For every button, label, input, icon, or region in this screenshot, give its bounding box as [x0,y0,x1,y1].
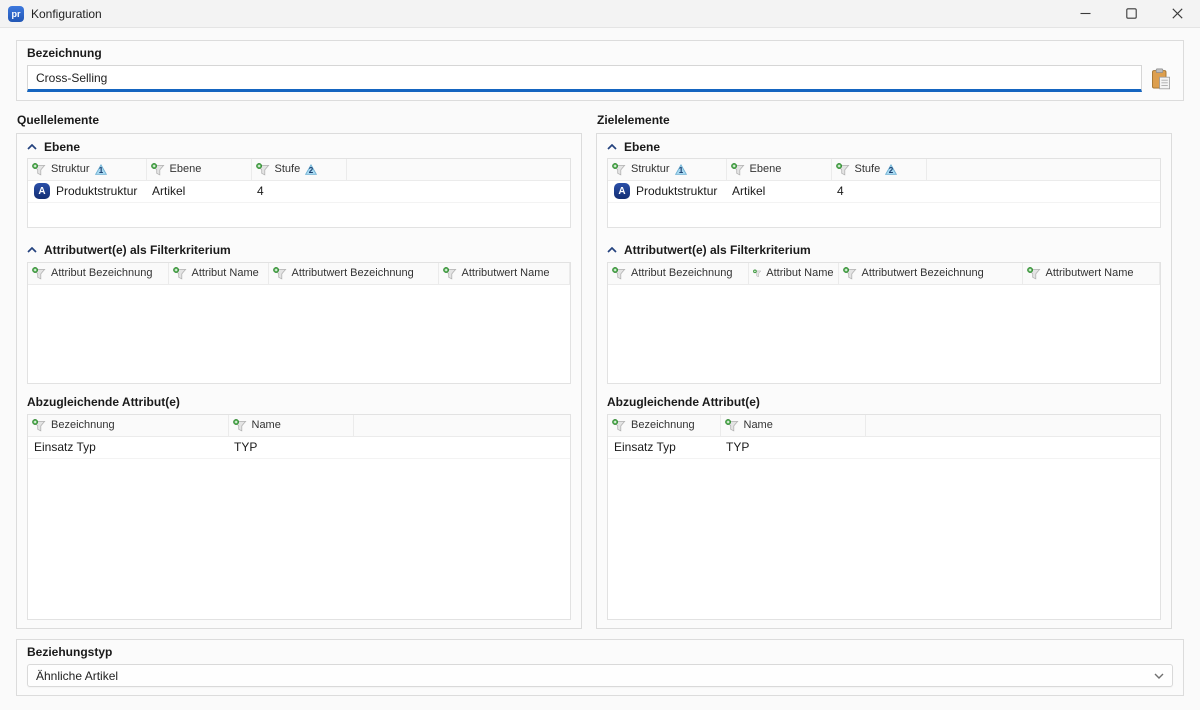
collapse-chevron-up-icon[interactable] [27,247,37,253]
source-attributes-header: Abzugleichende Attribut(e) [27,392,571,412]
filter-icon[interactable] [753,267,762,280]
filter-icon[interactable] [256,163,270,176]
artikel-badge-icon: A [34,183,50,199]
app-logo-icon: pr [8,6,24,22]
column-header-filler [926,159,1160,180]
filter-icon[interactable] [843,267,857,280]
filter-icon[interactable] [1027,267,1041,280]
close-button[interactable] [1154,0,1200,28]
column-header-attributwert-name[interactable]: Attributwert Name [438,263,570,284]
column-header-attributwert-bezeichnung[interactable]: Attributwert Bezeichnung [838,263,1022,284]
column-header-bezeichnung[interactable]: Bezeichnung [28,415,228,436]
bezeichnung-groupbox: Bezeichnung Cross-Selling [16,40,1184,101]
svg-text:1: 1 [678,166,683,175]
svg-text:2: 2 [889,166,894,175]
filter-icon[interactable] [612,163,626,176]
filter-icon[interactable] [731,163,745,176]
sort-ascending-icon: 1 [675,164,687,175]
collapse-chevron-up-icon[interactable] [607,247,617,253]
maximize-button[interactable] [1108,0,1154,28]
source-ebene-section-header[interactable]: Ebene [27,137,571,157]
beziehungstyp-label: Beziehungstyp [27,645,1173,660]
quellelemente-title: Quellelemente [17,113,582,128]
column-header-stufe[interactable]: Stufe 2 [251,159,346,180]
target-ebene-section-header[interactable]: Ebene [607,137,1161,157]
source-attributes-grid: Bezeichnung Name Einsatz Typ TYP [27,414,571,620]
minimize-button[interactable] [1062,0,1108,28]
close-icon [1172,8,1183,19]
source-ebene-grid: Struktur 1 Ebene Stufe 2 [27,158,571,228]
filter-icon[interactable] [612,267,626,280]
column-header-ebene[interactable]: Ebene [146,159,251,180]
bezeichnung-label: Bezeichnung [27,46,1173,61]
column-header-filler [865,415,1160,436]
sort-ascending-icon: 1 [95,164,107,175]
beziehungstyp-groupbox: Beziehungstyp Ähnliche Artikel [16,639,1184,696]
paste-button[interactable] [1147,66,1173,92]
dropdown-selected-value: Ähnliche Artikel [36,669,118,683]
sort-ascending-icon: 2 [305,164,317,175]
filter-icon[interactable] [612,419,626,432]
filter-icon[interactable] [233,419,247,432]
collapse-chevron-up-icon[interactable] [607,144,617,150]
svg-text:1: 1 [98,166,103,175]
filter-icon[interactable] [32,419,46,432]
target-attributes-grid: Bezeichnung Name Einsatz Typ TYP [607,414,1161,620]
column-header-attribut-name[interactable]: Attribut Name [168,263,268,284]
column-header-struktur[interactable]: Struktur 1 [608,159,726,180]
table-row[interactable]: Einsatz Typ TYP [28,436,570,458]
column-header-struktur[interactable]: Struktur 1 [28,159,146,180]
table-row[interactable]: A Produktstruktur Artikel 4 [608,180,1160,202]
column-header-attributwert-name[interactable]: Attributwert Name [1022,263,1160,284]
paste-clipboard-icon [1151,68,1170,90]
chevron-down-icon [1154,673,1164,679]
section-label: Ebene [624,140,660,154]
column-header-filler [353,415,570,436]
column-header-attributwert-bezeichnung[interactable]: Attributwert Bezeichnung [268,263,438,284]
filter-icon[interactable] [836,163,850,176]
filter-icon[interactable] [173,267,187,280]
filter-icon[interactable] [32,267,46,280]
filter-icon[interactable] [32,163,46,176]
column-header-attribut-name[interactable]: Attribut Name [748,263,838,284]
zielelemente-panel: Ebene Struktur 1 [596,133,1172,629]
source-filter-grid: Attribut Bezeichnung Attribut Name Attri… [27,262,571,384]
column-header-name[interactable]: Name [720,415,865,436]
collapse-chevron-up-icon[interactable] [27,144,37,150]
beziehungstyp-dropdown[interactable]: Ähnliche Artikel [27,664,1173,687]
svg-text:2: 2 [309,166,314,175]
artikel-badge-icon: A [614,183,630,199]
filter-icon[interactable] [443,267,457,280]
target-filter-grid: Attribut Bezeichnung Attribut Name Attri… [607,262,1161,384]
column-header-ebene[interactable]: Ebene [726,159,831,180]
quellelemente-panel: Ebene Struktur 1 [16,133,582,629]
maximize-icon [1126,8,1137,19]
filter-icon[interactable] [273,267,287,280]
table-row[interactable]: A Produktstruktur Artikel 4 [28,180,570,202]
minimize-icon [1080,8,1091,19]
target-attributes-header: Abzugleichende Attribut(e) [607,392,1161,412]
column-header-attribut-bezeichnung[interactable]: Attribut Bezeichnung [608,263,748,284]
column-header-name[interactable]: Name [228,415,353,436]
column-header-filler [346,159,570,180]
title-bar[interactable]: pr Konfiguration [0,0,1200,28]
table-row[interactable]: Einsatz Typ TYP [608,436,1160,458]
target-filter-section-header[interactable]: Attributwert(e) als Filterkriterium [607,240,1161,260]
section-label: Attributwert(e) als Filterkriterium [624,243,811,257]
target-ebene-grid: Struktur 1 Ebene Stufe 2 [607,158,1161,228]
filter-icon[interactable] [725,419,739,432]
source-filter-section-header[interactable]: Attributwert(e) als Filterkriterium [27,240,571,260]
column-header-bezeichnung[interactable]: Bezeichnung [608,415,720,436]
filter-icon[interactable] [151,163,165,176]
zielelemente-title: Zielelemente [597,113,1172,128]
bezeichnung-input[interactable]: Cross-Selling [27,65,1142,92]
section-label: Attributwert(e) als Filterkriterium [44,243,231,257]
sort-ascending-icon: 2 [885,164,897,175]
window-title: Konfiguration [31,7,102,21]
column-header-stufe[interactable]: Stufe 2 [831,159,926,180]
column-header-attribut-bezeichnung[interactable]: Attribut Bezeichnung [28,263,168,284]
section-label: Ebene [44,140,80,154]
